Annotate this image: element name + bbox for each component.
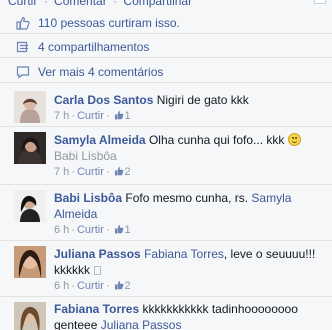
dropdown-corner[interactable] — [314, 0, 326, 4]
emoji-placeholder-glyph — [94, 266, 102, 275]
comment-action-link[interactable]: Comentar — [54, 0, 107, 8]
comment-author-link[interactable]: Carla Dos Santos — [54, 93, 153, 107]
comment-like-count[interactable]: 1 — [125, 110, 131, 122]
comment-timestamp[interactable]: 7 h — [54, 166, 69, 178]
comment-author-link[interactable]: Juliana Passos — [54, 247, 141, 261]
like-thumb-icon — [16, 16, 30, 30]
like-count-thumb-icon — [114, 111, 123, 120]
comment-like-link[interactable]: Curtir — [77, 224, 104, 236]
avatar[interactable] — [14, 246, 46, 278]
shares-summary-row[interactable]: 4 compartilhamentos — [0, 36, 332, 58]
separator: · — [43, 0, 48, 8]
comment-timestamp[interactable]: 6 h — [54, 280, 69, 292]
mention-link[interactable]: Fabiana Torres — [144, 247, 224, 261]
comment-meta: 6 h · Curtir · 2 — [54, 280, 131, 292]
comment-author-link[interactable]: Fabiana Torres — [54, 302, 139, 316]
comment-meta: 6 h · Curtir · 1 — [54, 224, 131, 236]
like-count-thumb-icon — [114, 225, 123, 234]
comment-like-count[interactable]: 1 — [125, 224, 131, 236]
comment-like-link[interactable]: Curtir — [77, 280, 104, 292]
comment-item: Samyla Almeida Olha cunha qui fofo... kk… — [0, 127, 332, 185]
avatar[interactable] — [14, 91, 46, 123]
separator: · — [113, 0, 118, 8]
comment-like-count[interactable]: 2 — [125, 280, 131, 292]
comment-meta: 7 h · Curtir · 1 — [54, 110, 131, 122]
comment-like-count[interactable]: 2 — [125, 166, 131, 178]
comment-text: Fofo mesmo cunha, rs. — [125, 191, 249, 205]
avatar[interactable] — [14, 302, 46, 330]
comment-text: Olha cunha qui fofo... kkk — [148, 133, 285, 147]
share-action-link[interactable]: Compartilhar — [123, 0, 192, 8]
mention-link[interactable]: Babi Lisbôa — [54, 149, 117, 163]
comment-text: Nigiri de gato kkk — [156, 93, 249, 107]
view-more-comments-link[interactable]: Ver mais 4 comentários — [38, 65, 163, 79]
comment-item: Carla Dos Santos Nigiri de gato kkk 7 h ·… — [0, 86, 332, 127]
smiley-emoticon — [287, 133, 301, 146]
comment-meta: 7 h · Curtir · 2 — [54, 166, 131, 178]
more-comments-row[interactable]: Ver mais 4 comentários — [0, 61, 332, 83]
share-icon — [16, 40, 30, 54]
mention-link[interactable]: Juliana Passos — [101, 318, 182, 330]
comment-item: Juliana Passos Fabiana Torres, leve o se… — [0, 241, 332, 297]
comment-author-link[interactable]: Samyla Almeida — [54, 133, 146, 147]
comment-author-link[interactable]: Babi Lisbôa — [54, 191, 122, 205]
comment-like-link[interactable]: Curtir — [77, 166, 104, 178]
likes-count-link[interactable]: 110 pessoas curtiram isso. — [38, 16, 180, 30]
like-count-thumb-icon — [114, 167, 123, 176]
like-action-link[interactable]: Curtir — [8, 0, 37, 8]
post-action-bar: Curtir · Comentar · Compartilhar — [0, 0, 332, 8]
comment-item: Fabiana Torres kkkkkkkkkkk tadinhooooooo… — [0, 297, 332, 330]
shares-count-link[interactable]: 4 compartilhamentos — [38, 40, 149, 54]
like-count-thumb-icon — [114, 281, 123, 290]
likes-summary-row[interactable]: 110 pessoas curtiram isso. — [0, 12, 332, 34]
avatar[interactable] — [14, 190, 46, 222]
comment-bubble-icon — [16, 65, 30, 79]
comment-like-link[interactable]: Curtir — [77, 110, 104, 122]
comment-timestamp[interactable]: 7 h — [54, 110, 69, 122]
comment-item: Babi Lisbôa Fofo mesmo cunha, rs. Samyla… — [0, 185, 332, 241]
avatar[interactable] — [14, 132, 46, 164]
comment-timestamp[interactable]: 6 h — [54, 224, 69, 236]
